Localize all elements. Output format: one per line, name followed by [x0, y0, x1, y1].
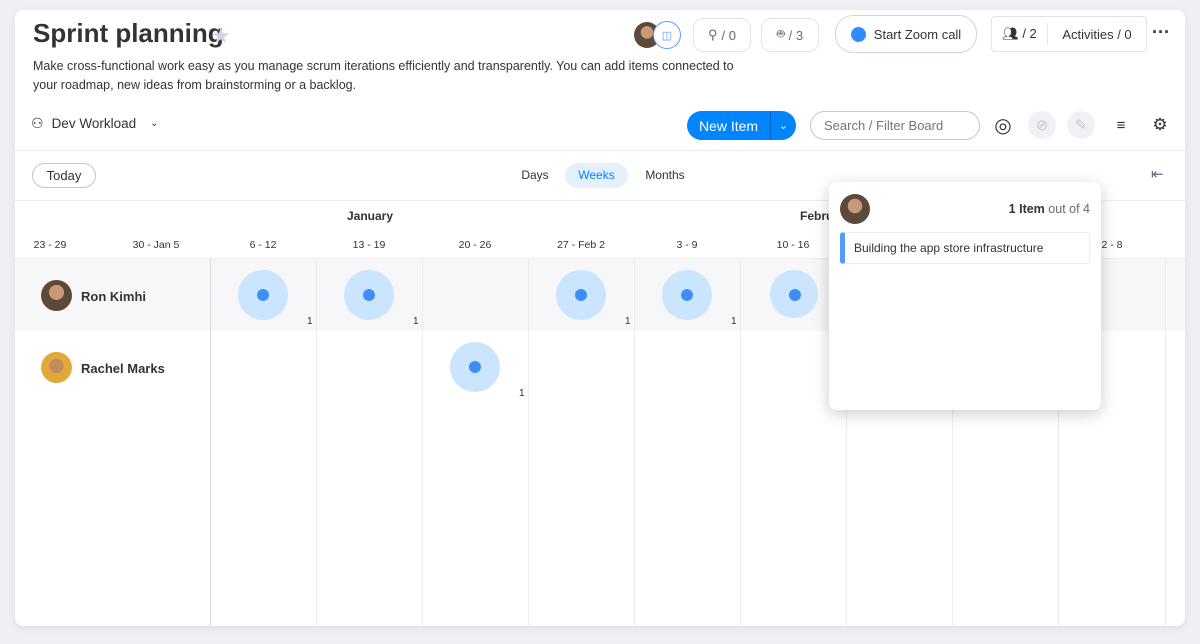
- filter-icon[interactable]: ≡: [1107, 111, 1135, 139]
- members-count: / 2: [1022, 26, 1037, 41]
- search-input[interactable]: [810, 111, 980, 140]
- board-card: Sprint planning ★ Make cross-functional …: [15, 10, 1185, 626]
- people-icon: 👥︎: [1002, 26, 1019, 41]
- zoom-icon: [850, 26, 866, 42]
- item-count: 1: [731, 316, 737, 327]
- week-header: 13 - 19: [352, 239, 386, 251]
- workload-bubble[interactable]: [556, 270, 606, 320]
- month-january: January: [346, 209, 394, 223]
- week-header: 30 - Jan 5: [132, 239, 180, 251]
- scale-days[interactable]: Days: [510, 163, 560, 188]
- grid-line: [210, 258, 211, 626]
- workload-bubble[interactable]: [344, 270, 394, 320]
- workload-bubble[interactable]: [238, 270, 288, 320]
- automations-count: / 3: [788, 27, 804, 43]
- item-count: 1: [413, 316, 419, 327]
- week-header: 23 - 29: [33, 239, 67, 251]
- chevron-down-icon: ⌄: [150, 118, 159, 129]
- page-title: Sprint planning: [33, 18, 224, 48]
- workload-icon: ⚇: [31, 115, 44, 131]
- scale-weeks[interactable]: Weeks: [565, 163, 628, 188]
- zoom-call-label: Start Zoom call: [873, 26, 962, 42]
- grid-line: [528, 258, 529, 626]
- avatar: [41, 280, 72, 311]
- automations-button[interactable]: 🤖︎/ 3: [761, 18, 819, 52]
- integrations-count: / 0: [721, 27, 736, 43]
- members-button[interactable]: 👥︎ / 2: [992, 23, 1048, 45]
- popover-item[interactable]: Building the app store infrastructure: [840, 232, 1090, 264]
- robot-icon: 🤖︎: [776, 26, 785, 41]
- grid-line: [634, 258, 635, 626]
- workload-bubble[interactable]: [770, 270, 818, 318]
- collapse-icon[interactable]: ⇤: [1151, 165, 1164, 183]
- person-name[interactable]: Rachel Marks: [81, 361, 165, 376]
- view-name: Dev Workload: [51, 116, 137, 131]
- grid-line: [422, 258, 423, 626]
- members-activities: 👥︎ / 2 Activities / 0: [991, 16, 1147, 52]
- integrations-icon: ⚲: [708, 27, 718, 42]
- hide-icon[interactable]: ⊘: [1028, 111, 1056, 139]
- workload-bubble[interactable]: [450, 342, 500, 392]
- grid-line: [1165, 258, 1166, 626]
- item-count: 1: [519, 388, 525, 399]
- zoom-call-button[interactable]: Start Zoom call: [835, 15, 977, 53]
- activities-button[interactable]: Activities / 0: [1048, 27, 1146, 42]
- week-header: 6 - 12: [249, 239, 277, 251]
- week-header: 27 - Feb 2: [557, 239, 605, 251]
- week-header: 3 - 9: [676, 239, 698, 251]
- new-item-dropdown-icon[interactable]: ⌄: [770, 111, 796, 140]
- item-count: 1: [625, 316, 631, 327]
- avatar: [41, 352, 72, 383]
- pin-icon[interactable]: ✎: [1067, 111, 1095, 139]
- week-header: 20 - 26: [458, 239, 492, 251]
- grid-line: [316, 258, 317, 626]
- scale-months[interactable]: Months: [635, 163, 695, 188]
- item-count-bold: 1 Item: [1008, 202, 1045, 216]
- item-count: 1: [307, 316, 313, 327]
- grid-line: [740, 258, 741, 626]
- item-count-suffix: out of 4: [1048, 202, 1090, 216]
- new-item-button[interactable]: New Item ⌄: [687, 111, 796, 140]
- view-selector[interactable]: ⚇ Dev Workload ⌄: [31, 115, 159, 132]
- star-icon[interactable]: ★: [211, 23, 231, 49]
- today-button[interactable]: Today: [32, 163, 96, 188]
- popover-count: 1 Item out of 4: [1009, 202, 1090, 216]
- integrations-button[interactable]: ⚲/ 0: [693, 18, 751, 52]
- board-description: Make cross-functional work easy as you m…: [33, 59, 734, 92]
- avatar: [840, 194, 870, 224]
- new-item-label: New Item: [698, 117, 759, 134]
- items-popover: 1 Item out of 4 Building the app store i…: [829, 182, 1101, 410]
- settings-gear-icon[interactable]: ⚙: [1146, 111, 1174, 139]
- divider: [15, 150, 1185, 151]
- more-icon[interactable]: ···: [1152, 22, 1170, 43]
- person-filter-icon[interactable]: ◎: [989, 111, 1017, 139]
- workload-bubble[interactable]: [662, 270, 712, 320]
- person-name[interactable]: Ron Kimhi: [81, 289, 146, 304]
- viewer-icon[interactable]: ◫: [653, 21, 681, 49]
